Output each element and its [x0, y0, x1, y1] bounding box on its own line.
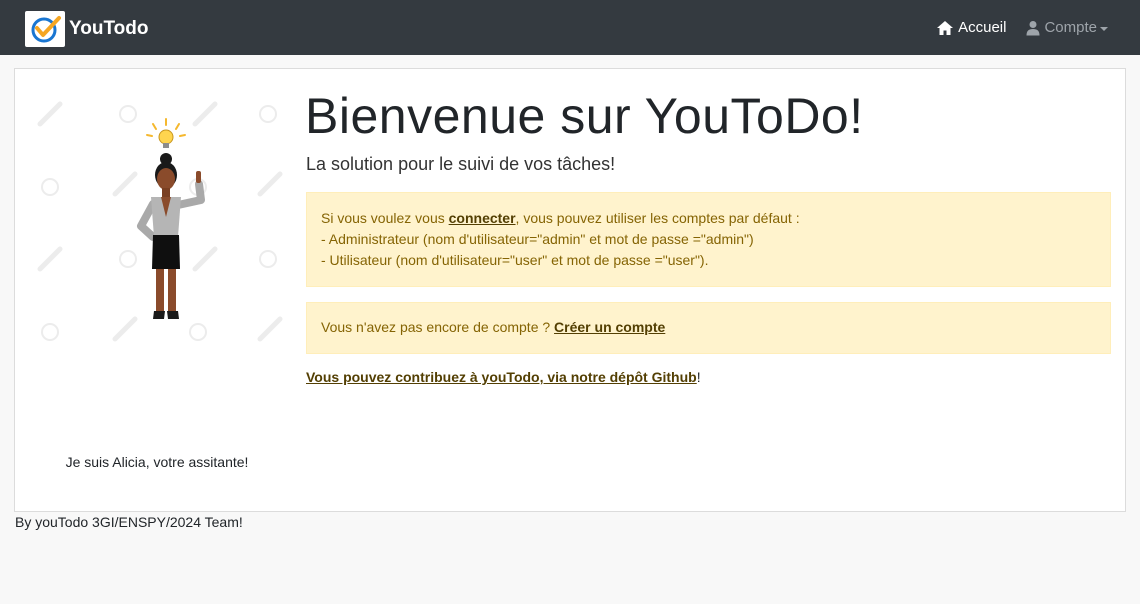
default-accounts-alert: Si vous voulez vous connecter, vous pouv…: [306, 192, 1111, 287]
brand-name: YouTodo: [69, 18, 149, 39]
nav-account-dropdown[interactable]: Compte: [1026, 19, 1108, 36]
nav-home-label: Accueil: [958, 19, 1007, 36]
signup-text: Vous n'avez pas encore de compte ?: [321, 319, 555, 335]
alert-line-admin: - Administrateur (nom d'utilisateur="adm…: [321, 231, 754, 247]
home-icon: [937, 20, 954, 35]
assistant-caption: Je suis Alicia, votre assitante!: [65, 454, 249, 470]
login-link[interactable]: connecter: [449, 210, 516, 226]
alert-line-user: - Utilisateur (nom d'utilisateur="user" …: [321, 252, 709, 268]
github-contribution: Vous pouvez contribuez à youTodo, via no…: [306, 369, 701, 385]
brand[interactable]: YouTodo: [25, 11, 149, 47]
brand-logo: [25, 11, 65, 47]
create-account-link[interactable]: Créer un compte: [554, 319, 665, 335]
welcome-card: Je suis Alicia, votre assitante! Bienven…: [14, 68, 1126, 512]
github-link[interactable]: Vous pouvez contribuez à youTodo, via no…: [306, 369, 697, 385]
caret-down-icon: [1100, 26, 1108, 31]
github-suffix: !: [696, 369, 701, 385]
navbar: YouTodo Accueil Compte: [0, 0, 1140, 55]
footer-text: By youTodo 3GI/ENSPY/2024 Team!: [15, 514, 243, 530]
assistant-illustration: [37, 101, 283, 342]
nav-home-link[interactable]: Accueil: [936, 19, 1006, 36]
page-title: Bienvenue sur YouToDo!: [305, 88, 864, 144]
user-icon: [1026, 20, 1040, 35]
page-subtitle: La solution pour le suivi de vos tâches!: [306, 154, 616, 174]
signup-alert: Vous n'avez pas encore de compte ? Créer…: [306, 302, 1111, 354]
alert-line-1: Si vous voulez vous connecter, vous pouv…: [321, 210, 800, 226]
nav-account-label: Compte: [1044, 19, 1097, 36]
